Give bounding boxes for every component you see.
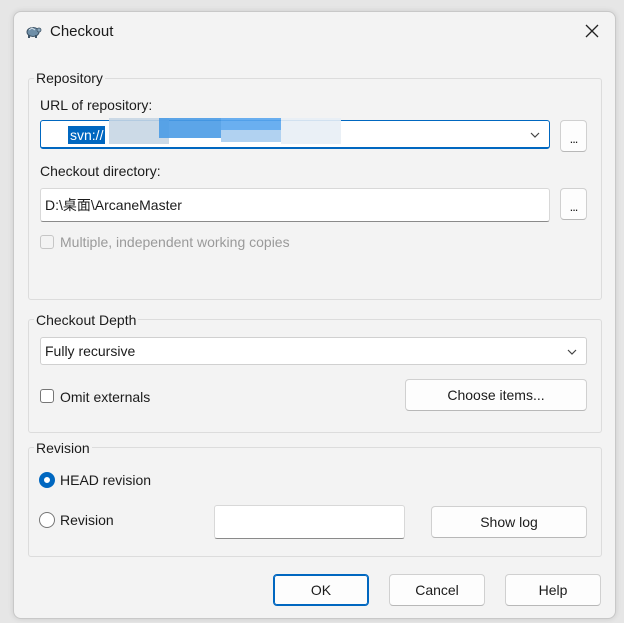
redacted-region: [159, 118, 221, 138]
directory-browse-label: ...: [569, 198, 579, 214]
show-log-label: Show log: [480, 514, 538, 530]
multiple-copies-label: Multiple, independent working copies: [60, 234, 290, 250]
revision-group-label: Revision: [34, 440, 92, 456]
repository-group-label: Repository: [34, 70, 105, 86]
close-button[interactable]: [579, 18, 605, 44]
choose-items-button[interactable]: Choose items...: [405, 379, 587, 411]
url-value: svn://: [68, 126, 106, 144]
depth-selected-value: Fully recursive: [45, 343, 136, 359]
url-browse-label: ...: [569, 130, 579, 146]
ok-label: OK: [310, 582, 332, 598]
multiple-copies-checkbox[interactable]: [40, 235, 54, 249]
head-revision-label: HEAD revision: [60, 472, 152, 488]
omit-externals-checkbox[interactable]: [40, 389, 54, 403]
help-label: Help: [538, 582, 568, 598]
specific-revision-radio[interactable]: [39, 512, 55, 528]
omit-externals-label: Omit externals: [60, 389, 151, 405]
dialog-title: Checkout: [50, 23, 114, 40]
ok-button[interactable]: OK: [273, 574, 369, 606]
chevron-down-icon[interactable]: [529, 129, 541, 141]
cancel-button[interactable]: Cancel: [389, 574, 485, 606]
cancel-label: Cancel: [415, 582, 459, 598]
revision-input[interactable]: [214, 505, 405, 539]
specific-revision-label: Revision: [60, 512, 114, 528]
revision-group: [28, 447, 602, 557]
depth-select[interactable]: Fully recursive: [40, 337, 587, 365]
help-button[interactable]: Help: [505, 574, 601, 606]
checkout-dialog: Checkout Repository URL of repository: s…: [13, 11, 616, 619]
url-combobox[interactable]: svn://: [40, 118, 550, 149]
url-label: URL of repository:: [40, 97, 153, 113]
checkout-directory-input[interactable]: D:\桌面\ArcaneMaster: [40, 188, 550, 222]
checkout-directory-value: D:\桌面\ArcaneMaster: [45, 197, 182, 213]
show-log-button[interactable]: Show log: [431, 506, 587, 538]
directory-browse-button[interactable]: ...: [560, 188, 587, 220]
head-revision-radio[interactable]: [39, 472, 55, 488]
redacted-region: [221, 130, 281, 142]
close-icon: [585, 24, 599, 38]
redacted-region: [221, 118, 281, 130]
chevron-down-icon: [567, 349, 577, 355]
redacted-region: [281, 118, 341, 144]
choose-items-label: Choose items...: [447, 387, 545, 403]
url-browse-button[interactable]: ...: [560, 120, 587, 152]
tortoise-icon: [26, 27, 42, 38]
checkout-depth-group-label: Checkout Depth: [34, 312, 139, 328]
title-bar[interactable]: Checkout: [14, 12, 615, 50]
checkout-directory-label: Checkout directory:: [40, 163, 161, 179]
